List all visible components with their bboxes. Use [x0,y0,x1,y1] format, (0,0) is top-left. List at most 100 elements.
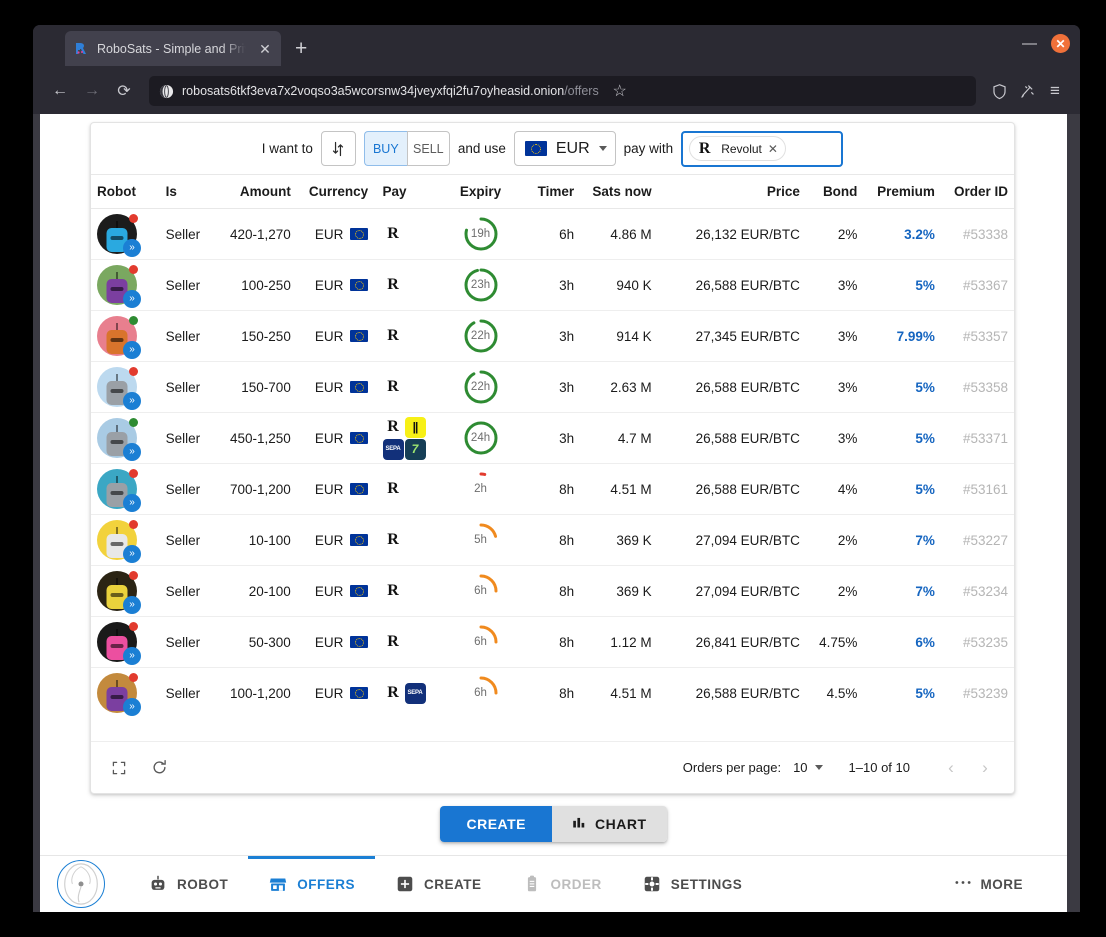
nav-item-create[interactable]: CREATE [375,856,502,913]
cell-price: 26,588 EUR/BTC [658,413,806,464]
refresh-icon[interactable] [143,752,175,784]
buy-button[interactable]: BUY [364,131,407,166]
next-page-button[interactable]: › [968,751,1002,785]
cell-robot: » [91,464,160,515]
timer-value: 8h [559,584,574,599]
avatar[interactable]: » [97,214,137,254]
cell-orderid: #53338 [941,209,1014,260]
browser-tab[interactable]: RoboSats - Simple and Priva ✕ [65,31,281,66]
new-tab-button[interactable]: + [295,38,307,59]
avatar[interactable]: » [97,367,137,407]
forward-button[interactable]: → [77,76,107,106]
previous-page-button[interactable]: ‹ [934,751,968,785]
chevron-double-right-icon[interactable]: » [123,392,141,410]
chart-button[interactable]: CHART [552,806,667,842]
cell-bond: 3% [806,413,864,464]
extensions-icon[interactable] [1014,78,1040,104]
col-header-premium[interactable]: Premium [863,175,940,209]
col-header-bond[interactable]: Bond [806,175,864,209]
col-header-robot[interactable]: Robot [91,175,160,209]
col-header-timer[interactable]: Timer [516,175,580,209]
status-badge [129,673,138,682]
sell-button[interactable]: SELL [407,131,450,166]
avatar[interactable]: » [97,571,137,611]
cell-sats: 4.51 M [580,464,657,515]
back-button[interactable]: ← [45,76,75,106]
table-row[interactable]: »Seller50-300EURR6h8h1.12 M26,841 EUR/BT… [91,617,1014,668]
payment-method-chip[interactable]: R Revolut ✕ [689,136,786,161]
avatar[interactable]: » [97,316,137,356]
table-row[interactable]: »Seller150-250EURR22h3h914 K27,345 EUR/B… [91,311,1014,362]
timer-value: 3h [559,278,574,293]
avatar[interactable]: » [97,418,137,458]
col-header-amount[interactable]: Amount [213,175,297,209]
chevron-double-right-icon[interactable]: » [123,341,141,359]
window-minimize-button[interactable]: — [1022,36,1037,51]
sats-value: 4.51 M [610,482,651,497]
is-value: Seller [166,227,201,242]
table-row[interactable]: »Seller420-1,270EURR19h6h4.86 M26,132 EU… [91,209,1014,260]
col-header-is[interactable]: Is [160,175,213,209]
nav-item-offers[interactable]: OFFERS [248,856,375,913]
remove-payment-icon[interactable]: ✕ [768,142,778,156]
nav-item-robot[interactable]: ROBOT [128,856,248,913]
col-header-price[interactable]: Price [658,175,806,209]
avatar[interactable]: » [97,520,137,560]
col-header-expiry[interactable]: Expiry [445,175,516,209]
offers-card: I want to BUY SELL and use EUR [90,122,1015,794]
table-row[interactable]: »Seller100-1,200EURRSEPA6h8h4.51 M26,588… [91,668,1014,719]
avatar[interactable]: » [97,622,137,662]
col-header-orderid[interactable]: Order ID [941,175,1014,209]
payment-methods: R [383,581,431,602]
col-header-pay[interactable]: Pay [377,175,446,209]
browser-menu-icon[interactable]: ≡ [1042,78,1068,104]
currency-select[interactable]: EUR [514,131,616,166]
payment-method-input[interactable]: R Revolut ✕ [681,131,843,167]
create-order-button[interactable]: CREATE [440,806,552,842]
chevron-double-right-icon[interactable]: » [123,647,141,665]
shield-icon[interactable] [986,78,1012,104]
table-row[interactable]: »Seller150-700EURR22h3h2.63 M26,588 EUR/… [91,362,1014,413]
chevron-double-right-icon[interactable]: » [123,239,141,257]
table-row[interactable]: »Seller20-100EURR6h8h369 K27,094 EUR/BTC… [91,566,1014,617]
table-row[interactable]: »Seller700-1,200EURR2h8h4.51 M26,588 EUR… [91,464,1014,515]
tab-close-icon[interactable]: ✕ [257,42,273,56]
col-header-currency[interactable]: Currency [297,175,377,209]
window-close-button[interactable]: ✕ [1051,34,1070,53]
rows-per-page-select[interactable]: 10 [793,760,822,775]
nav-item-order[interactable]: ORDER [502,856,622,913]
avatar[interactable]: » [97,469,137,509]
table-row[interactable]: »Seller10-100EURR5h8h369 K27,094 EUR/BTC… [91,515,1014,566]
order-id-value: #53239 [963,686,1008,701]
url-bar[interactable]: robosats6tkf3eva7x2voqso3a5wcorsnw34jvey… [149,76,976,106]
reload-button[interactable]: ⟳ [109,76,139,106]
nav-item-settings[interactable]: SETTINGS [622,856,763,913]
table-row[interactable]: »Seller100-250EURR23h3h940 K26,588 EUR/B… [91,260,1014,311]
chevron-double-right-icon[interactable]: » [123,698,141,716]
cell-price: 26,588 EUR/BTC [658,464,806,515]
nav-item-more[interactable]: MORE [934,856,1044,913]
revolut-icon: R [383,275,404,296]
payment-methods: R [383,275,431,296]
avatar[interactable]: » [97,673,137,713]
cell-pay: R [377,566,446,617]
bond-value: 3% [838,380,858,395]
avatar[interactable]: » [97,265,137,305]
swap-direction-button[interactable] [321,131,356,166]
robosats-logo[interactable] [57,860,105,908]
chevron-double-right-icon[interactable]: » [123,494,141,512]
cell-orderid: #53227 [941,515,1014,566]
chevron-double-right-icon[interactable]: » [123,290,141,308]
order-id-value: #53338 [963,227,1008,242]
table-row[interactable]: »Seller450-1,250EURR||SEPA724h3h4.7 M26,… [91,413,1014,464]
amount-value: 50-300 [249,635,291,650]
col-header-sats[interactable]: Sats now [580,175,657,209]
chevron-double-right-icon[interactable]: » [123,545,141,563]
chevron-double-right-icon[interactable]: » [123,443,141,461]
fullscreen-icon[interactable] [103,752,135,784]
expiry-value: 5h [463,522,499,558]
bookmark-star-icon[interactable]: ☆ [607,78,633,104]
chevron-double-right-icon[interactable]: » [123,596,141,614]
revolut-icon: R [383,326,404,347]
cell-premium: 7.99% [863,311,940,362]
